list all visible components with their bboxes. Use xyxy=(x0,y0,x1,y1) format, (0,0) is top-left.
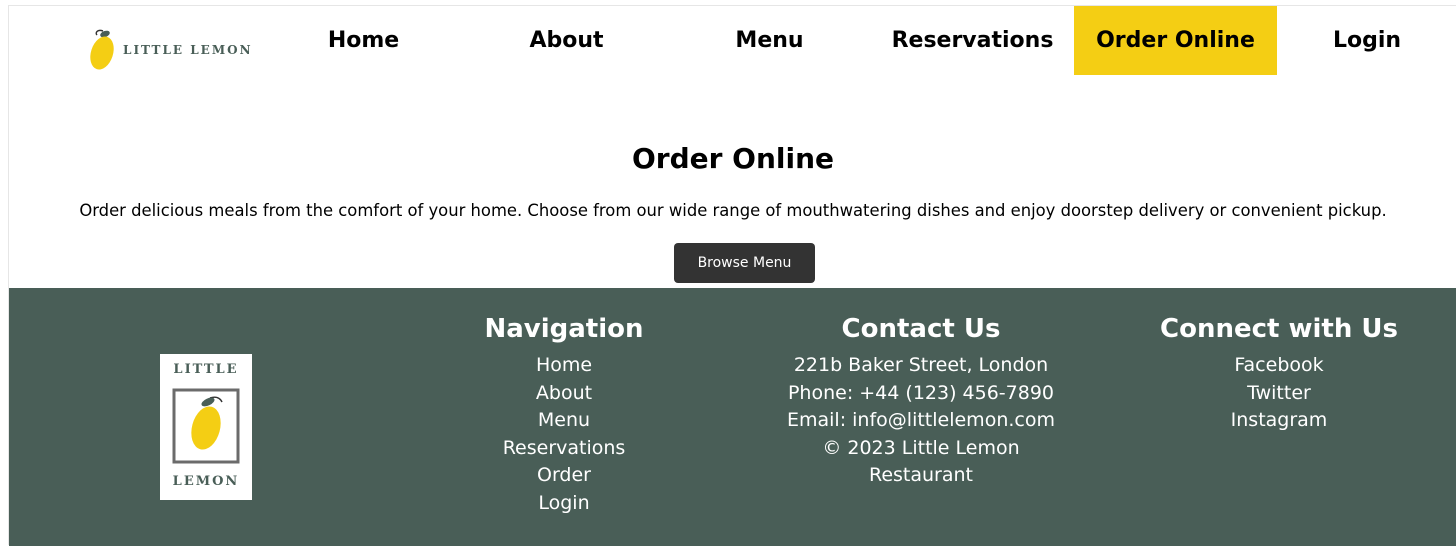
footer-navigation: Navigation Home About Menu Reservations … xyxy=(464,312,664,517)
header: LITTLE LEMON Home About Menu Reservation… xyxy=(9,6,1456,76)
footer: LITTLE LEMON Navigation Home About Menu … xyxy=(9,288,1456,546)
footer-contact-heading: Contact Us xyxy=(841,314,1001,344)
footer-logo: LITTLE LEMON xyxy=(160,354,252,500)
footer-social-heading: Connect with Us xyxy=(1160,314,1398,344)
page: LITTLE LEMON Home About Menu Reservation… xyxy=(8,5,1456,546)
nav-menu[interactable]: Menu xyxy=(668,6,871,75)
nav-home[interactable]: Home xyxy=(262,6,465,75)
page-description: Order delicious meals from the comfort o… xyxy=(79,201,1387,220)
nav-about[interactable]: About xyxy=(465,6,668,75)
footer-logo-bottom-text: LEMON xyxy=(172,474,240,489)
footer-link-about[interactable]: About xyxy=(464,380,664,408)
social-link-twitter[interactable]: Twitter xyxy=(1159,380,1399,408)
contact-address: 221b Baker Street, London xyxy=(793,354,1049,376)
footer-social: Connect with Us Facebook Twitter Instagr… xyxy=(1159,312,1399,435)
browse-menu-button[interactable]: Browse Menu xyxy=(674,243,815,283)
logo[interactable]: LITTLE LEMON xyxy=(89,26,253,74)
nav-reservations[interactable]: Reservations xyxy=(871,6,1074,75)
contact-phone: Phone: +44 (123) 456-7890 xyxy=(787,381,1055,404)
footer-link-order[interactable]: Order xyxy=(464,462,664,490)
lemon-icon xyxy=(90,29,114,70)
logo-text: LITTLE LEMON xyxy=(123,43,253,57)
copyright: © 2023 Little Lemon Restaurant xyxy=(822,436,1020,487)
nav-order-online[interactable]: Order Online xyxy=(1074,6,1277,75)
footer-link-login[interactable]: Login xyxy=(464,490,664,518)
footer-link-menu[interactable]: Menu xyxy=(464,407,664,435)
footer-logo-top-text: LITTLE xyxy=(173,362,239,377)
footer-link-home[interactable]: Home xyxy=(464,352,664,380)
footer-contact: Contact Us 221b Baker Street, London Pho… xyxy=(771,312,1071,490)
nav-login[interactable]: Login xyxy=(1277,6,1456,75)
footer-link-reservations[interactable]: Reservations xyxy=(464,435,664,463)
contact-email: Email: info@littlelemon.com xyxy=(787,409,1055,431)
lemon-icon xyxy=(172,388,240,464)
social-link-facebook[interactable]: Facebook xyxy=(1159,352,1399,380)
footer-navigation-heading: Navigation xyxy=(484,314,644,344)
social-link-instagram[interactable]: Instagram xyxy=(1159,407,1399,435)
page-title: Order Online xyxy=(631,142,835,175)
